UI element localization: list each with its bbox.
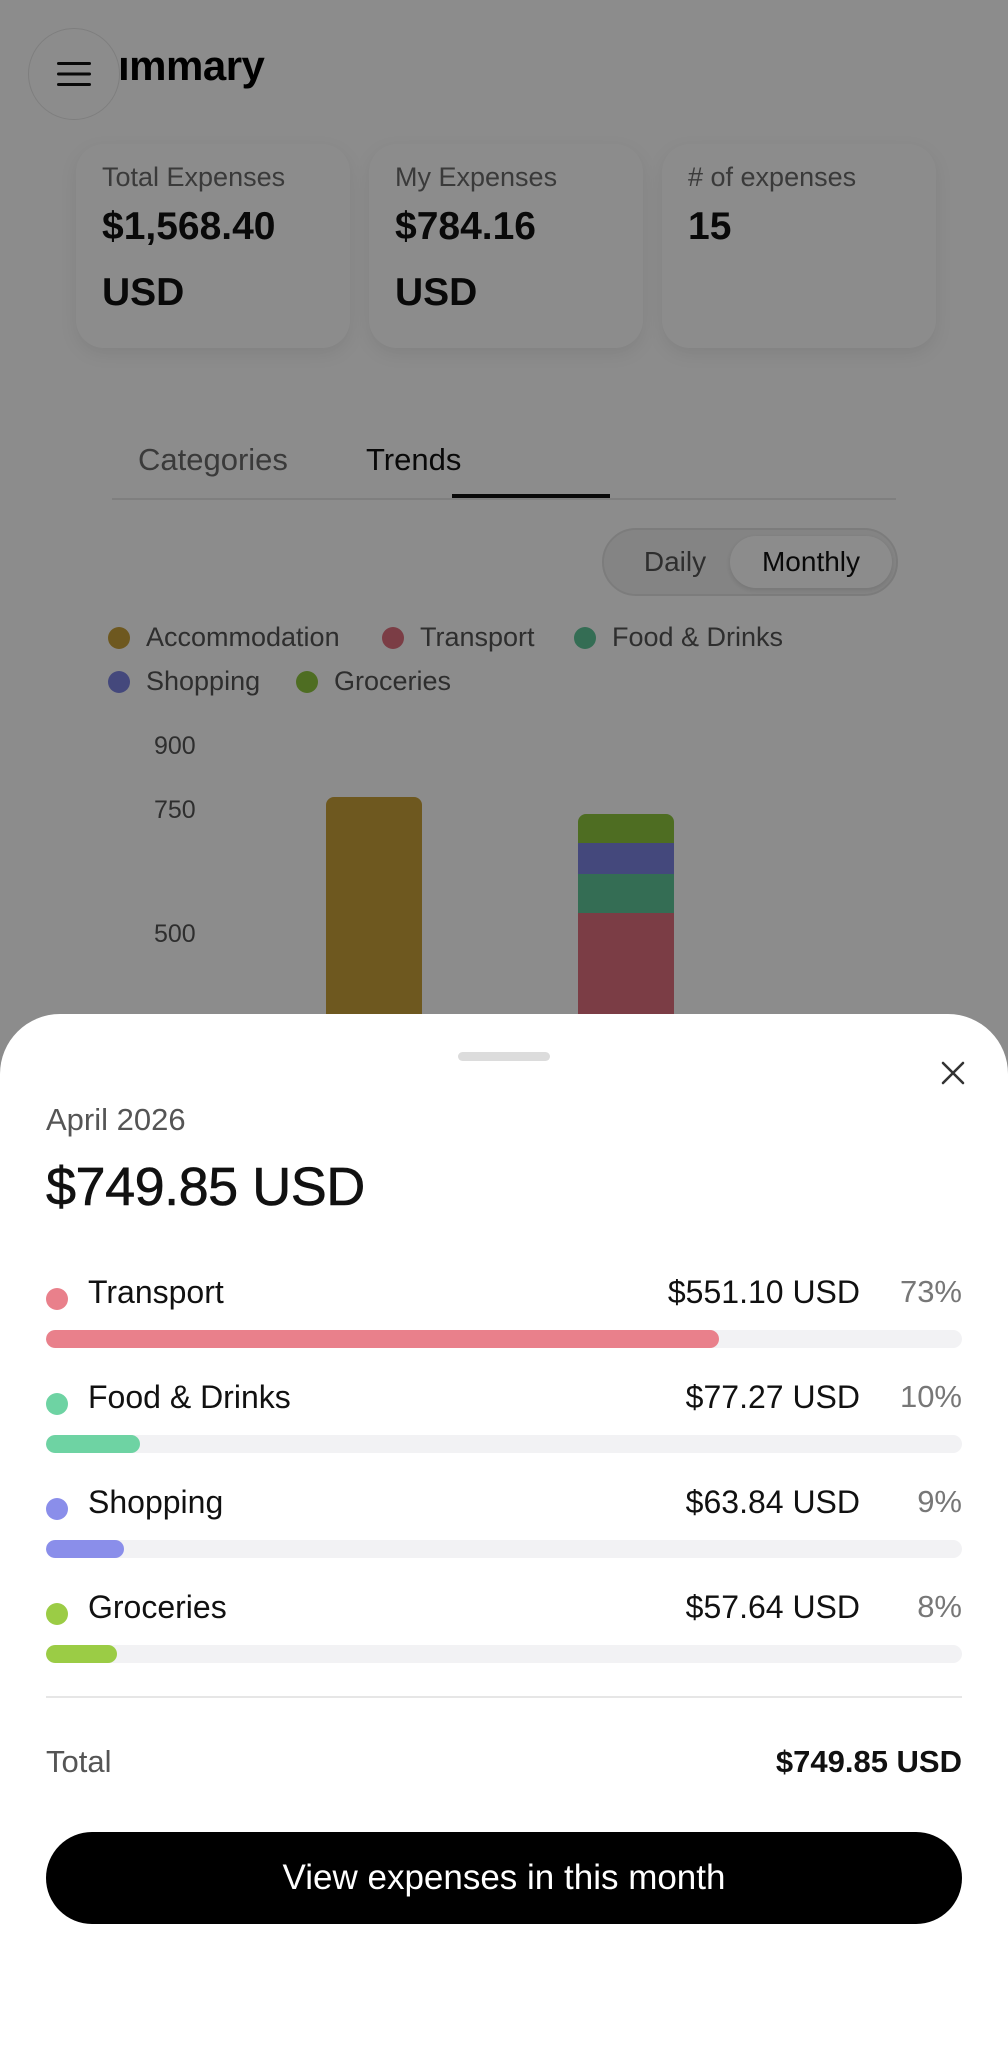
category-name: Transport	[88, 1274, 224, 1310]
category-progress-fill	[46, 1330, 720, 1348]
category-name: Food & Drinks	[88, 1379, 291, 1415]
month-total: $749.85 USD	[46, 1157, 366, 1218]
close-button[interactable]	[934, 1054, 972, 1092]
month-label: April 2026	[46, 1102, 186, 1137]
category-progress-track	[46, 1435, 962, 1453]
category-row: Transport $551.10 USD 73%	[46, 1274, 962, 1356]
sheet-grabber[interactable]	[458, 1052, 550, 1061]
category-progress-track	[46, 1645, 962, 1663]
category-name: Groceries	[88, 1589, 227, 1625]
category-row: Groceries $57.64 USD 8%	[46, 1589, 962, 1671]
view-month-expenses-button[interactable]: View expenses in this month	[46, 1832, 962, 1924]
category-progress-fill	[46, 1645, 117, 1663]
category-progress-fill	[46, 1540, 124, 1558]
category-progress-track	[46, 1540, 962, 1558]
month-detail-sheet: April 2026 $749.85 USD Transport $551.10…	[0, 1014, 1008, 2048]
category-dot	[46, 1498, 68, 1520]
category-progress-track	[46, 1330, 962, 1348]
category-amount: $57.64 USD	[685, 1589, 860, 1625]
category-dot	[46, 1603, 68, 1625]
category-amount: $551.10 USD	[667, 1274, 860, 1310]
category-percent: 9%	[917, 1484, 962, 1519]
category-percent: 8%	[917, 1589, 962, 1624]
close-icon	[941, 1061, 965, 1085]
category-dot	[46, 1288, 68, 1310]
category-percent: 10%	[899, 1379, 962, 1414]
divider	[46, 1696, 962, 1698]
category-row: Food & Drinks $77.27 USD 10%	[46, 1379, 962, 1461]
category-percent: 73%	[899, 1274, 962, 1309]
category-progress-fill	[46, 1435, 141, 1453]
total-label: Total	[46, 1744, 112, 1779]
category-amount: $77.27 USD	[685, 1379, 860, 1415]
category-row: Shopping $63.84 USD 9%	[46, 1484, 962, 1566]
category-dot	[46, 1393, 68, 1415]
total-value: $749.85 USD	[775, 1744, 962, 1779]
category-name: Shopping	[88, 1484, 224, 1520]
category-amount: $63.84 USD	[685, 1484, 860, 1520]
